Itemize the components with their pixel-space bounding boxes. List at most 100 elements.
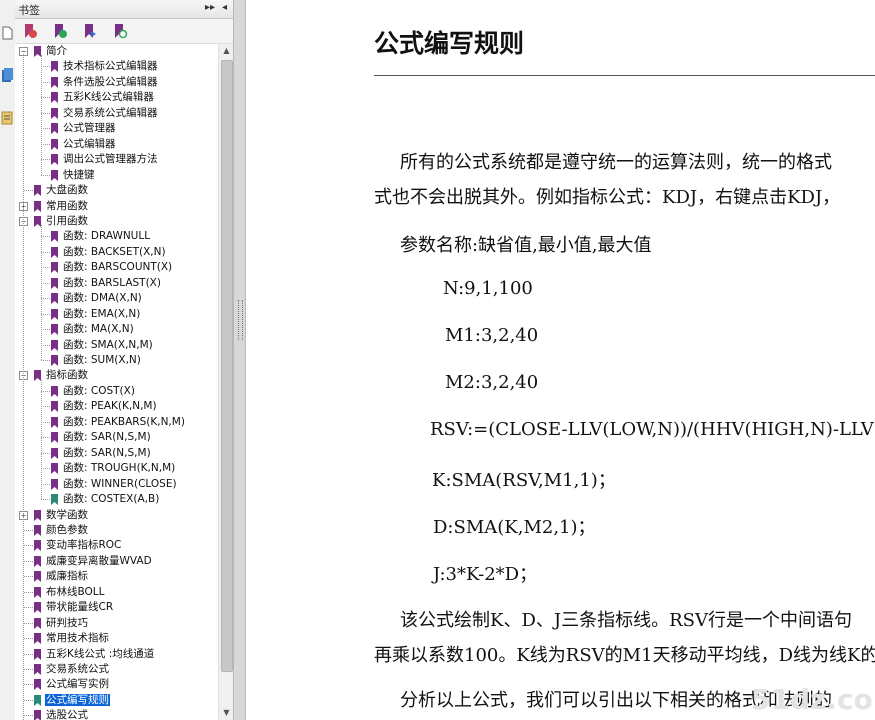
bookmark-subitem[interactable]: 函数: TROUGH(K,N,M) xyxy=(62,461,176,476)
bookmark-item[interactable]: 五彩K线公式 :均线通道 xyxy=(45,647,155,662)
bookmark-item[interactable]: 指标函数 xyxy=(45,368,89,383)
bookmark-subitem[interactable]: 函数: SAR(N,S,M) xyxy=(62,430,152,445)
bookmark-icon xyxy=(51,385,58,397)
bookmark-icon xyxy=(51,169,58,181)
bookmark-subitem[interactable]: 函数: SUM(X,N) xyxy=(62,353,142,368)
new-bookmark-icon[interactable] xyxy=(82,23,98,39)
bookmark-label: 条件选股公式编辑器 xyxy=(63,75,158,88)
bookmark-subitem[interactable]: 函数: SAR(N,S,M) xyxy=(62,446,152,461)
bookmark-icon xyxy=(51,107,58,119)
bookmark-subitem[interactable]: 函数: SMA(X,N,M) xyxy=(62,338,154,353)
bookmark-subitem[interactable]: 函数: DMA(X,N) xyxy=(62,291,143,306)
bookmark-label: 颜色参数 xyxy=(46,523,88,536)
bookmark-subitem[interactable]: 公式管理器 xyxy=(62,121,117,136)
tree-scrollbar[interactable]: ▲ ▼ xyxy=(218,44,234,720)
bookmark-label: 五彩K线公式 :均线通道 xyxy=(46,647,155,660)
document-view: 公式编写规则 所有的公式系统都是遵守统一的运算法则，统一的格式 式也不会出脱其外… xyxy=(246,0,875,720)
panel-header: 书签 ▸▸ ◂ xyxy=(15,0,233,19)
bookmark-subitem[interactable]: 函数: MA(X,N) xyxy=(62,322,135,337)
bookmark-subitem[interactable]: 快捷键 xyxy=(62,168,96,183)
panel-splitter[interactable] xyxy=(233,0,246,720)
tree-connector xyxy=(41,499,50,501)
bookmark-item[interactable]: 选股公式 xyxy=(45,708,89,720)
splitter-grip[interactable] xyxy=(238,300,243,340)
bookmark-item[interactable]: 常用函数 xyxy=(45,199,89,214)
bookmark-label: 函数: WINNER(CLOSE) xyxy=(63,477,177,490)
bookmark-icon xyxy=(51,61,58,73)
bookmark-subitem[interactable]: 条件选股公式编辑器 xyxy=(62,75,159,90)
bookmark-icon xyxy=(51,92,58,104)
bookmark-subitem[interactable]: 函数: PEAK(K,N,M) xyxy=(62,399,158,414)
tree-connector xyxy=(41,313,50,315)
find-bookmark-icon[interactable] xyxy=(112,23,128,39)
tree-connector xyxy=(41,97,50,99)
bookmark-label: 函数: COSTEX(A,B) xyxy=(63,493,160,506)
bookmark-icon xyxy=(34,664,41,675)
bookmark-item[interactable]: 数学函数 xyxy=(45,508,89,523)
bookmark-subitem[interactable]: 函数: BACKSET(X,N) xyxy=(62,245,167,260)
bookmark-item[interactable]: 变动率指标ROC xyxy=(45,538,122,553)
collapse-panel-button[interactable]: ▸▸ xyxy=(205,2,215,13)
tree-connector xyxy=(24,607,33,609)
tree-connector xyxy=(24,576,33,578)
bookmark-subitem[interactable]: 函数: BARSLAST(X) xyxy=(62,276,162,291)
bookmark-icon xyxy=(51,246,58,258)
bookmark-subitem[interactable]: 函数: EMA(X,N) xyxy=(62,307,141,322)
bookmark-label: 五彩K线公式编辑器 xyxy=(63,91,154,104)
bookmark-options-icon[interactable] xyxy=(22,23,38,39)
bookmark-item[interactable]: 常用技术指标 xyxy=(45,631,110,646)
bookmark-subitem[interactable]: 函数: BARSCOUNT(X) xyxy=(62,260,173,275)
bookmark-icon xyxy=(34,648,41,660)
bookmark-item[interactable]: 交易系统公式 xyxy=(45,662,110,677)
scroll-down-icon[interactable]: ▼ xyxy=(219,706,234,720)
bookmark-icon xyxy=(51,262,58,274)
bookmark-label: 公式编写实例 xyxy=(46,678,109,691)
bookmark-subitem[interactable]: 调出公式管理器方法 xyxy=(62,152,159,167)
bookmark-subitem[interactable]: 函数: COST(X) xyxy=(62,384,136,399)
layers-icon[interactable] xyxy=(1,68,14,84)
bookmark-item[interactable]: 带状能量线CR xyxy=(45,600,114,615)
bookmark-label: 函数: DMA(X,N) xyxy=(63,292,142,305)
bookmark-subitem[interactable]: 技术指标公式编辑器 xyxy=(62,59,159,74)
bookmark-subitem[interactable]: 函数: PEAKBARS(K,N,M) xyxy=(62,415,186,430)
document-title: 公式编写规则 xyxy=(374,29,525,58)
bookmark-icon xyxy=(51,432,58,444)
bookmark-icon xyxy=(51,401,58,413)
tree-connector xyxy=(24,529,33,531)
tree-connector xyxy=(41,298,50,300)
bookmark-subitem[interactable]: 函数: COSTEX(A,B) xyxy=(62,492,160,507)
code-line: M2:3,2,40 xyxy=(445,372,539,393)
bookmark-icon xyxy=(51,339,58,351)
bookmark-subitem[interactable]: 函数: DRAWNULL xyxy=(62,229,151,244)
bookmark-item[interactable]: 大盘函数 xyxy=(45,183,89,198)
bookmark-icon xyxy=(34,586,41,598)
attachment-icon[interactable] xyxy=(1,110,14,126)
scroll-up-icon[interactable]: ▲ xyxy=(219,44,234,58)
tree-guide-line xyxy=(41,55,42,175)
bookmark-item[interactable]: 布林线BOLL xyxy=(45,585,105,600)
bookmark-item[interactable]: 简介 xyxy=(45,44,68,59)
paragraph-line: 式也不会出脱其外。例如指标公式：KDJ，右键点击KDJ， xyxy=(374,187,841,208)
bookmark-item[interactable]: 公式编写实例 xyxy=(45,677,110,692)
bookmark-icon xyxy=(34,524,41,536)
tree-guide-line xyxy=(41,225,42,360)
bookmark-label: 选股公式 xyxy=(46,709,88,720)
bookmark-item[interactable]: 公式编写规则 xyxy=(45,693,110,708)
page-thumbnail-icon[interactable] xyxy=(2,26,13,40)
tree-connector xyxy=(24,622,33,624)
tree-connector xyxy=(41,452,50,454)
bookmark-item[interactable]: 威廉指标 xyxy=(45,569,89,584)
bookmark-subitem[interactable]: 公式编辑器 xyxy=(62,137,117,152)
bookmark-subitem[interactable]: 函数: WINNER(CLOSE) xyxy=(62,477,178,492)
bookmark-icon xyxy=(34,215,41,227)
bookmark-item[interactable]: 颜色参数 xyxy=(45,523,89,538)
bookmark-subitem[interactable]: 交易系统公式编辑器 xyxy=(62,106,159,121)
bookmark-item[interactable]: 研判技巧 xyxy=(45,616,89,631)
bookmark-subitem[interactable]: 五彩K线公式编辑器 xyxy=(62,90,155,105)
expand-bookmark-icon[interactable] xyxy=(52,23,68,39)
hide-panel-button[interactable]: ◂ xyxy=(222,2,227,13)
bookmark-icon xyxy=(51,447,58,459)
bookmark-item[interactable]: 威廉变异离散量WVAD xyxy=(45,554,153,569)
scrollbar-thumb[interactable] xyxy=(221,60,233,672)
bookmark-item[interactable]: 引用函数 xyxy=(45,214,89,229)
